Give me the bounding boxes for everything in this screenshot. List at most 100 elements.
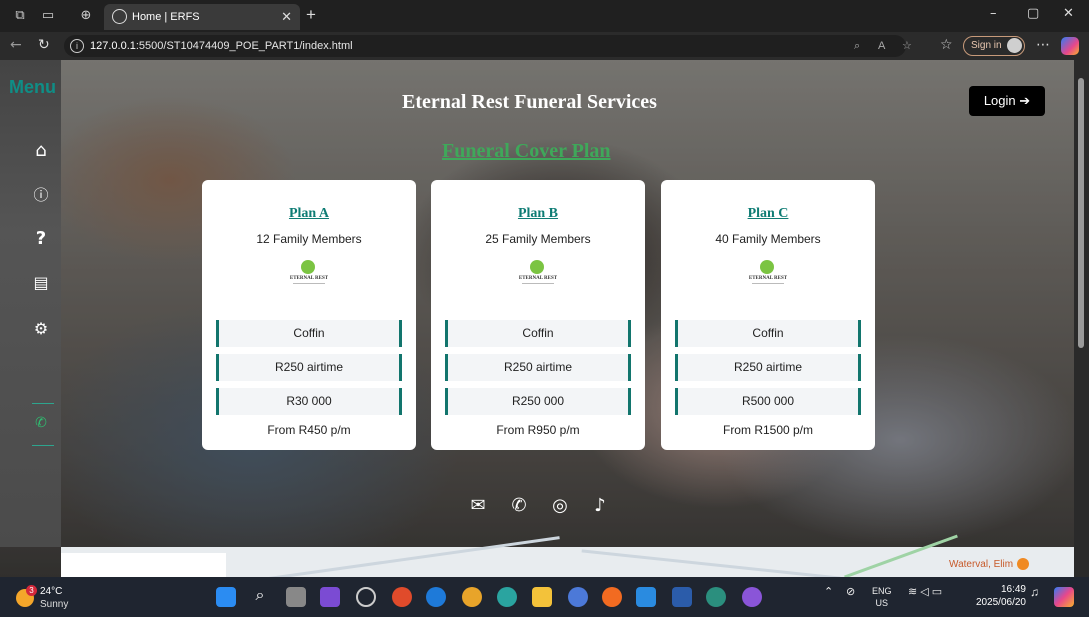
question-icon[interactable]: ? bbox=[30, 228, 52, 250]
sidebar-divider bbox=[32, 445, 54, 446]
map-embed[interactable]: Waterval, Elim bbox=[61, 534, 1074, 577]
tab-home[interactable]: Home | ERFS ✕ bbox=[104, 4, 300, 30]
microphone-app-icon[interactable] bbox=[602, 587, 622, 607]
plan-price: From R950 p/m bbox=[496, 423, 580, 437]
login-button[interactable]: Login ➔ bbox=[969, 86, 1045, 116]
plan-feature: R250 airtime bbox=[216, 354, 402, 381]
weather-widget[interactable]: 3 24°C Sunny bbox=[14, 583, 74, 611]
instagram-icon[interactable]: ◎ bbox=[549, 495, 571, 517]
chatgpt-icon[interactable] bbox=[356, 587, 376, 607]
scrollbar-thumb[interactable] bbox=[1078, 78, 1084, 348]
plan-feature: Coffin bbox=[445, 320, 631, 347]
page-scrollbar[interactable] bbox=[1074, 60, 1089, 577]
copilot-taskbar-icon[interactable] bbox=[1054, 587, 1074, 607]
edge-active-icon[interactable] bbox=[706, 587, 726, 607]
whatsapp-icon[interactable]: ✆ bbox=[30, 412, 52, 434]
app-icon[interactable] bbox=[426, 587, 446, 607]
url-path: :5500/ST10474409_POE_PART1/index.html bbox=[135, 40, 353, 52]
plan-name[interactable]: Plan C bbox=[661, 206, 875, 222]
home-icon[interactable]: ⌂ bbox=[30, 140, 52, 162]
leaf-icon bbox=[301, 260, 315, 274]
notifications-bell-icon[interactable]: ♫ bbox=[1030, 585, 1039, 599]
plan-card: Plan A 12 Family Members ETERNAL REST Co… bbox=[202, 180, 416, 450]
plan-feature: R250 000 bbox=[445, 388, 631, 415]
search-icon[interactable]: ⌕ bbox=[250, 587, 270, 607]
plan-card: Plan C 40 Family Members ETERNAL REST Co… bbox=[661, 180, 875, 450]
site-title: Eternal Rest Funeral Services bbox=[402, 91, 657, 113]
notification-icon[interactable]: ⊘ bbox=[846, 585, 855, 598]
back-icon[interactable]: ← bbox=[10, 37, 22, 53]
plan-card: Plan B 25 Family Members ETERNAL REST Co… bbox=[431, 180, 645, 450]
tab-globe-icon bbox=[112, 9, 127, 24]
edge-icon[interactable] bbox=[497, 587, 517, 607]
weather-temp: 24°C bbox=[40, 586, 63, 597]
word-icon[interactable] bbox=[672, 587, 692, 607]
tiktok-icon[interactable]: ♪ bbox=[589, 495, 611, 517]
minimize-icon[interactable]: – bbox=[990, 6, 997, 21]
network-volume-battery-icons[interactable]: ≋ ◁ ▭ bbox=[908, 585, 942, 598]
email-icon[interactable]: ✉ bbox=[467, 495, 489, 517]
clock-date: 2025/06/20 bbox=[975, 597, 1026, 608]
plan-members: 40 Family Members bbox=[715, 232, 821, 246]
plan-feature: R250 airtime bbox=[445, 354, 631, 381]
tab-title: Home | ERFS bbox=[132, 11, 200, 23]
tab-close-icon[interactable]: ✕ bbox=[281, 4, 292, 30]
login-label: Login bbox=[983, 93, 1016, 108]
eternal-rest-logo: ETERNAL REST bbox=[748, 260, 788, 290]
plan-name[interactable]: Plan A bbox=[202, 206, 416, 222]
settings-icon[interactable]: ⚙ bbox=[30, 318, 52, 340]
app-icon[interactable] bbox=[568, 587, 588, 607]
task-view-icon[interactable] bbox=[286, 587, 306, 607]
tab-actions-icon[interactable]: ▭ bbox=[40, 8, 56, 24]
plan-price: From R450 p/m bbox=[267, 423, 351, 437]
restore-icon[interactable]: ▢ bbox=[1027, 6, 1039, 21]
eternal-rest-logo: ETERNAL REST bbox=[518, 260, 558, 290]
sidebar-divider bbox=[32, 403, 54, 404]
vscode-icon[interactable] bbox=[636, 587, 656, 607]
github-icon[interactable] bbox=[742, 587, 762, 607]
eternal-rest-logo: ETERNAL REST bbox=[289, 260, 329, 290]
url-field[interactable]: i 127.0.0.1:5500/ST10474409_POE_PART1/in… bbox=[64, 35, 912, 57]
new-tab-icon[interactable]: + bbox=[306, 5, 316, 25]
favorite-star-icon[interactable]: ☆ bbox=[902, 35, 912, 57]
favorites-icon[interactable]: ☆ bbox=[940, 37, 953, 53]
info-icon[interactable]: ⓘ bbox=[30, 184, 52, 206]
app-icon[interactable] bbox=[392, 587, 412, 607]
show-hidden-icons[interactable]: ⌃ bbox=[824, 585, 833, 598]
plan-members: 12 Family Members bbox=[256, 232, 362, 246]
clock[interactable]: 16:49 2025/06/20 bbox=[968, 583, 1026, 609]
close-window-icon[interactable]: ✕ bbox=[1063, 6, 1074, 21]
plan-feature: Coffin bbox=[675, 320, 861, 347]
login-arrow-icon: ➔ bbox=[1019, 93, 1031, 108]
more-icon[interactable]: ⋯ bbox=[1036, 37, 1050, 53]
whatsapp-icon[interactable]: ✆ bbox=[508, 495, 530, 517]
chrome-icon[interactable] bbox=[462, 587, 482, 607]
plan-feature: R30 000 bbox=[216, 388, 402, 415]
sign-in-button[interactable]: Sign in bbox=[963, 36, 1025, 56]
url-host: 127.0.0.1 bbox=[90, 40, 136, 52]
browser-tab-bar: ⧉ ▭ ⊕ Home | ERFS ✕ + – ▢ ✕ bbox=[0, 0, 1089, 32]
copilot-icon[interactable] bbox=[1061, 37, 1079, 55]
plan-members: 25 Family Members bbox=[485, 232, 591, 246]
map-info-box bbox=[61, 553, 226, 577]
menu-title: Menu bbox=[9, 77, 56, 97]
refresh-icon[interactable]: ↻ bbox=[38, 37, 50, 53]
weather-badge: 3 bbox=[26, 585, 37, 596]
language-indicator[interactable]: ENG US bbox=[872, 585, 892, 609]
zoom-icon[interactable]: ⌕ bbox=[854, 35, 860, 57]
start-icon[interactable] bbox=[216, 587, 236, 607]
contact-card-icon[interactable]: ▤ bbox=[30, 272, 52, 294]
address-bar-row: ← ↻ i 127.0.0.1:5500/ST10474409_POE_PART… bbox=[0, 32, 1089, 60]
leaf-icon bbox=[760, 260, 774, 274]
sign-in-label: Sign in bbox=[971, 40, 1002, 51]
read-aloud-icon[interactable]: A bbox=[878, 35, 885, 57]
plan-feature: Coffin bbox=[216, 320, 402, 347]
workspaces-icon[interactable]: ⧉ bbox=[12, 8, 28, 24]
plan-price: From R1500 p/m bbox=[722, 423, 814, 437]
plan-name[interactable]: Plan B bbox=[431, 206, 645, 222]
clock-time: 16:49 bbox=[1000, 584, 1026, 595]
visual-studio-icon[interactable] bbox=[320, 587, 340, 607]
section-title[interactable]: Funeral Cover Plan bbox=[442, 140, 611, 163]
site-info-icon[interactable]: i bbox=[70, 39, 84, 53]
file-explorer-icon[interactable] bbox=[532, 587, 552, 607]
